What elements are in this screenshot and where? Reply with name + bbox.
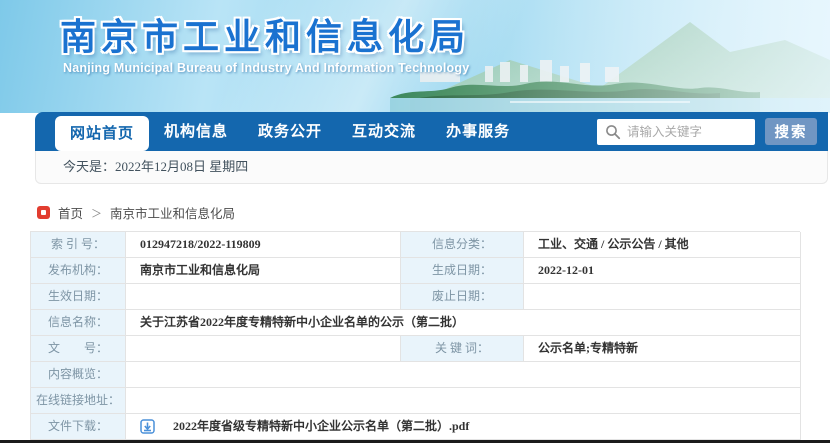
effective-date-label: 生效日期： <box>31 284 126 310</box>
site-title: 南京市工业和信息化局 <box>60 16 471 57</box>
today-date-text: 今天是：2022年12月08日 星期四 <box>63 159 249 174</box>
publisher-label: 发布机构： <box>31 258 126 284</box>
date-bar: 今天是：2022年12月08日 星期四 <box>35 151 828 184</box>
index-number-value: 012947218/2022-119809 <box>126 232 401 258</box>
breadcrumb-separator: ＞ <box>91 207 103 220</box>
tab-home[interactable]: 网站首页 <box>55 116 150 151</box>
online-link-value <box>126 388 801 414</box>
file-download-cell: 2022年度省级专精特新中小企业公示名单（第二批）.pdf <box>126 414 801 440</box>
effective-date-value <box>126 284 401 310</box>
doc-number-label: 文 号： <box>31 336 126 362</box>
keywords-label: 关 键 词： <box>401 336 524 362</box>
info-category-value: 工业、交通 / 公示公告 / 其他 <box>524 232 801 258</box>
create-date-value: 2022-12-01 <box>524 258 801 284</box>
table-row-online-link: 在线链接地址： <box>31 388 801 414</box>
publisher-value: 南京市工业和信息化局 <box>126 258 401 284</box>
table-row-effective: 生效日期： 废止日期： <box>31 284 801 310</box>
search-area: 搜索 <box>597 118 828 145</box>
breadcrumb-home-link[interactable]: 首页 <box>58 203 83 222</box>
site-subtitle-english: Nanjing Municipal Bureau of Industry And… <box>63 61 470 75</box>
index-number-label: 索 引 号： <box>31 232 126 258</box>
table-row-download: 文件下载： 2022年度省级专精特新中小企业公示名单（第二批）.pdf <box>31 414 801 440</box>
tab-government-affairs[interactable]: 政务公开 <box>243 112 337 151</box>
table-row-publisher: 发布机构： 南京市工业和信息化局 生成日期： 2022-12-01 <box>31 258 801 284</box>
expiry-date-value <box>524 284 801 310</box>
content-summary-label: 内容概览： <box>31 362 126 388</box>
info-name-value: 关于江苏省2022年度专精特新中小企业名单的公示（第二批） <box>126 310 801 336</box>
download-file-link[interactable]: 2022年度省级专精特新中小企业公示名单（第二批）.pdf <box>173 414 469 439</box>
search-button[interactable]: 搜索 <box>765 118 817 145</box>
home-marker-icon <box>37 206 50 219</box>
expiry-date-label: 废止日期： <box>401 284 524 310</box>
document-info-table: 索 引 号： 012947218/2022-119809 信息分类： 工业、交通… <box>30 231 801 440</box>
table-row-summary: 内容概览： <box>31 362 801 388</box>
tab-organization-info[interactable]: 机构信息 <box>149 112 243 151</box>
info-name-label: 信息名称： <box>31 310 126 336</box>
breadcrumb: 首页 ＞ 南京市工业和信息化局 <box>37 203 235 222</box>
main-navbar: 网站首页 机构信息 政务公开 互动交流 办事服务 搜索 <box>35 112 828 151</box>
file-download-label: 文件下载： <box>31 414 126 440</box>
doc-number-value <box>126 336 401 362</box>
table-row-docnum: 文 号： 关 键 词： 公示名单;专精特新 <box>31 336 801 362</box>
header-banner: 南京市工业和信息化局 Nanjing Municipal Bureau of I… <box>0 0 830 113</box>
table-row-title: 信息名称： 关于江苏省2022年度专精特新中小企业名单的公示（第二批） <box>31 310 801 336</box>
table-row-index: 索 引 号： 012947218/2022-119809 信息分类： 工业、交通… <box>31 232 801 258</box>
search-icon <box>606 124 621 139</box>
content-summary-value <box>126 362 801 388</box>
breadcrumb-current[interactable]: 南京市工业和信息化局 <box>110 203 235 222</box>
download-icon[interactable] <box>140 419 155 434</box>
search-box <box>597 118 755 145</box>
online-link-label: 在线链接地址： <box>31 388 126 414</box>
keywords-value: 公示名单;专精特新 <box>524 336 801 362</box>
tab-services[interactable]: 办事服务 <box>431 112 525 151</box>
create-date-label: 生成日期： <box>401 258 524 284</box>
info-category-label: 信息分类： <box>401 232 524 258</box>
tab-interaction[interactable]: 互动交流 <box>337 112 431 151</box>
